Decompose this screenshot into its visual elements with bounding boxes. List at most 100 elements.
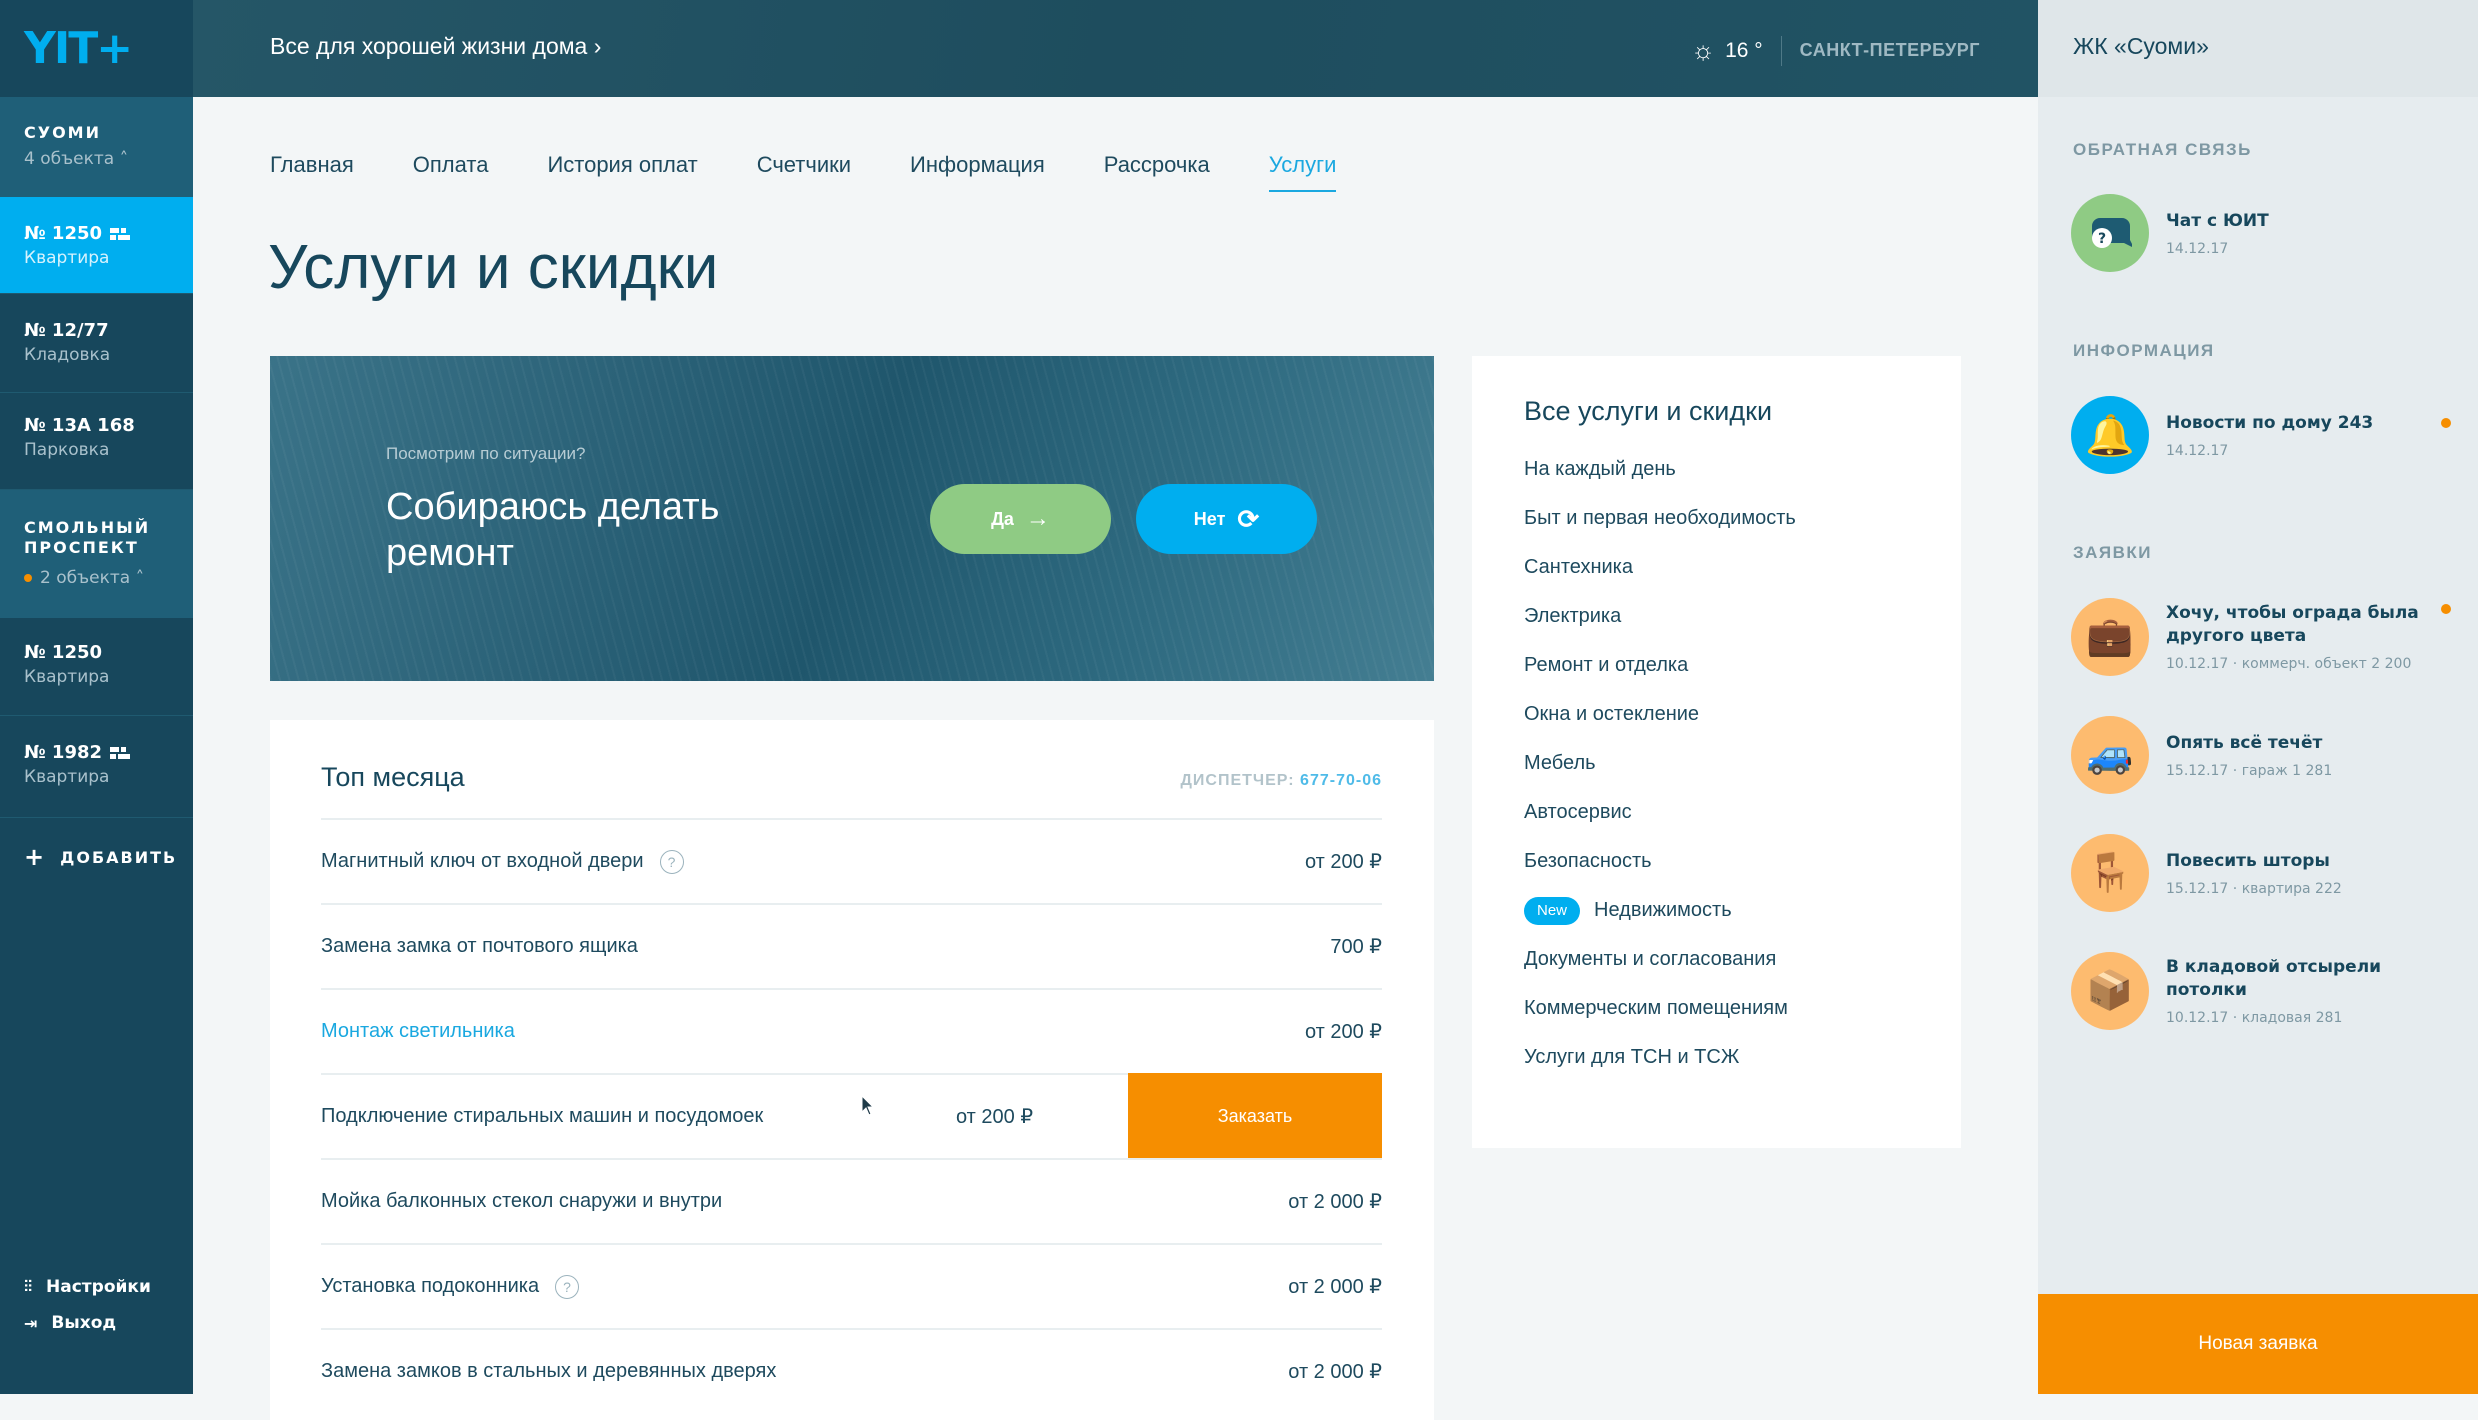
logout-link[interactable]: ⇥ Выход	[24, 1313, 116, 1333]
logo[interactable]: YIT+	[0, 0, 193, 97]
dispatcher-label: ДИСПЕТЧЕР:	[1180, 772, 1295, 789]
service-row[interactable]: Магнитный ключ от входной двери? от 200 ₽	[321, 818, 1382, 903]
sidebar-item-1250b[interactable]: № 1250 Квартира	[0, 618, 193, 716]
category-link[interactable]: Сантехника	[1524, 543, 1961, 592]
category-link[interactable]: Электрика	[1524, 592, 1961, 641]
service-row[interactable]: Мойка балконных стекол снаружи и внутри о…	[321, 1158, 1382, 1243]
group-suomi[interactable]: СУОМИ 4 объекта ˄	[0, 97, 193, 197]
category-link[interactable]: Документы и согласования	[1524, 935, 1961, 984]
category-link[interactable]: Мебель	[1524, 739, 1961, 788]
yes-label: Да	[991, 508, 1014, 529]
item-kind: Квартира	[24, 248, 110, 268]
add-object-button[interactable]: + ДОБАВИТЬ	[24, 843, 177, 871]
briefcase-icon: 💼	[2071, 598, 2149, 676]
service-name: Замена замка от почтового ящика	[321, 935, 638, 957]
new-request-button[interactable]: Новая заявка	[2038, 1294, 2478, 1394]
tab-payment-history[interactable]: История оплат	[547, 152, 697, 192]
tab-payment[interactable]: Оплата	[413, 152, 489, 192]
service-price: от 200 ₽	[1304, 1021, 1382, 1043]
tagline-link[interactable]: Все для хорошей жизни дома ›	[270, 33, 601, 60]
order-button[interactable]: Заказать	[1128, 1073, 1382, 1160]
help-icon[interactable]: ?	[555, 1274, 580, 1299]
item-date: 15.12.17	[2166, 880, 2229, 897]
add-label: ДОБАВИТЬ	[60, 847, 178, 867]
category-link[interactable]: Автосервис	[1524, 788, 1961, 837]
category-link[interactable]: На каждый день	[1524, 445, 1961, 494]
top-header: Все для хорошей жизни дома › ☼ 16 ° САНК…	[193, 0, 2038, 97]
service-row[interactable]: Подключение стиральных машин и посудомое…	[321, 1073, 1382, 1160]
help-icon[interactable]: ?	[659, 849, 684, 874]
category-link[interactable]: Быт и первая необходимость	[1524, 494, 1961, 543]
tab-main[interactable]: Главная	[270, 152, 354, 192]
service-price: от 2 000 ₽	[1288, 1276, 1382, 1298]
chat-item[interactable]: ? Чат с ЮИТ 14.12.17	[2071, 194, 2451, 272]
category-link[interactable]: Услуги для ТСН и ТСЖ	[1524, 1033, 1961, 1082]
unread-dot	[2441, 604, 2451, 614]
item-title: Повесить шторы	[2166, 850, 2330, 871]
arrow-right-icon: →	[1025, 505, 1050, 532]
tab-services[interactable]: Услуги	[1268, 152, 1337, 192]
item-title: В кладовой отсырели потолки	[2166, 957, 2382, 1000]
sidebar-item-1250[interactable]: № 1250 Квартира	[0, 197, 193, 294]
item-date: 14.12.17	[2166, 442, 2229, 459]
request-item[interactable]: 💼 Хочу, чтобы ограда была другого цвета 1…	[2071, 598, 2451, 676]
top-month-card: Топ месяца ДИСПЕТЧЕР: 677-70-06 Магнитны…	[270, 720, 1434, 1420]
item-number: № 1982	[24, 742, 103, 763]
category-link[interactable]: Окна и остекление	[1524, 690, 1961, 739]
card-title: Все услуги и скидки	[1524, 396, 1773, 426]
service-name-link[interactable]: Монтаж светильника	[321, 1020, 1305, 1043]
tab-installments[interactable]: Рассрочка	[1104, 152, 1210, 192]
item-place: кладовая 281	[2241, 1010, 2343, 1026]
section-feedback: ОБРАТНАЯ СВЯЗЬ	[2073, 140, 2252, 159]
dispatcher-phone[interactable]: 677-70-06	[1300, 772, 1382, 789]
request-item[interactable]: 📦 В кладовой отсырели потолки 10.12.17 · …	[2071, 952, 2451, 1030]
all-services-card: Все услуги и скидки На каждый день Быт и…	[1472, 356, 1961, 1148]
tab-information[interactable]: Информация	[910, 152, 1045, 192]
sidebar: YIT+ СУОМИ 4 объекта ˄ № 1250 Квартира №…	[0, 0, 193, 1394]
banner-question: Посмотрим по ситуации?	[386, 444, 586, 463]
logout-icon: ⇥	[24, 1313, 38, 1333]
category-link[interactable]: Ремонт и отделка	[1524, 641, 1961, 690]
news-item[interactable]: 🔔 Новости по дому 243 14.12.17	[2071, 396, 2451, 474]
service-row[interactable]: Установка подоконника? от 2 000 ₽	[321, 1243, 1382, 1328]
complex-title: ЖК «Суоми»	[2038, 0, 2478, 97]
sidebar-item-13a-168[interactable]: № 13А 168 Парковка	[0, 393, 193, 490]
item-kind: Кладовка	[24, 345, 111, 365]
service-price: от 200 ₽	[956, 1106, 1034, 1128]
weather: ☼ 16 ° САНКТ-ПЕТЕРБУРГ	[1691, 35, 1980, 66]
right-panel: ЖК «Суоми» ОБРАТНАЯ СВЯЗЬ ? Чат с ЮИТ 14.…	[2038, 0, 2478, 1394]
settings-link[interactable]: ⫶⫶ Настройки	[24, 1277, 151, 1297]
section-information: ИНФОРМАЦИЯ	[2073, 341, 2215, 360]
item-number: № 13А 168	[24, 415, 135, 436]
banner-headline: Собираюсь делать ремонт	[386, 486, 720, 574]
no-button[interactable]: Нет ⟳	[1136, 484, 1317, 554]
tagline-text: Все для хорошей жизни дома	[270, 33, 588, 59]
tab-meters[interactable]: Счетчики	[757, 152, 851, 192]
item-title: Новости по дому 243	[2166, 412, 2374, 433]
yes-button[interactable]: Да →	[930, 484, 1111, 554]
divider	[1780, 35, 1782, 66]
logout-label: Выход	[51, 1313, 117, 1333]
service-row[interactable]: Замена замка от почтового ящика 700 ₽	[321, 903, 1382, 988]
category-link[interactable]: Коммерческим помещениям	[1524, 984, 1961, 1033]
service-price: от 2 000 ₽	[1288, 1191, 1382, 1213]
service-name: Магнитный ключ от входной двери	[321, 850, 644, 872]
category-link[interactable]: Безопасность	[1524, 837, 1961, 886]
repair-banner: Посмотрим по ситуации? Собираюсь делать …	[270, 356, 1434, 681]
category-link[interactable]: New Недвижимость	[1524, 886, 1961, 935]
chat-question-icon: ?	[2071, 194, 2149, 272]
sidebar-item-1982[interactable]: № 1982 Квартира	[0, 716, 193, 818]
armchair-icon: 🪑	[2071, 834, 2149, 912]
service-price: 700 ₽	[1330, 936, 1382, 958]
sidebar-item-12-77[interactable]: № 12/77 Кладовка	[0, 294, 193, 393]
mouse-cursor-icon	[861, 1095, 875, 1116]
item-date: 10.12.17	[2166, 1010, 2229, 1026]
item-kind: Парковка	[24, 440, 110, 460]
page-title: Услуги и скидки	[268, 233, 719, 302]
plus-icon: +	[24, 843, 47, 871]
request-item[interactable]: 🚙 Опять всё течёт 15.12.17 · гараж 1 281	[2071, 716, 2451, 794]
service-row[interactable]: Замена замков в стальных и деревянных дв…	[321, 1328, 1382, 1413]
request-item[interactable]: 🪑 Повесить шторы 15.12.17 · квартира 222	[2071, 834, 2451, 912]
service-row[interactable]: Монтаж светильника от 200 ₽	[321, 988, 1382, 1073]
group-smolny[interactable]: СМОЛЬНЫЙ ПРОСПЕКТ 2 объекта ˄	[0, 490, 193, 618]
